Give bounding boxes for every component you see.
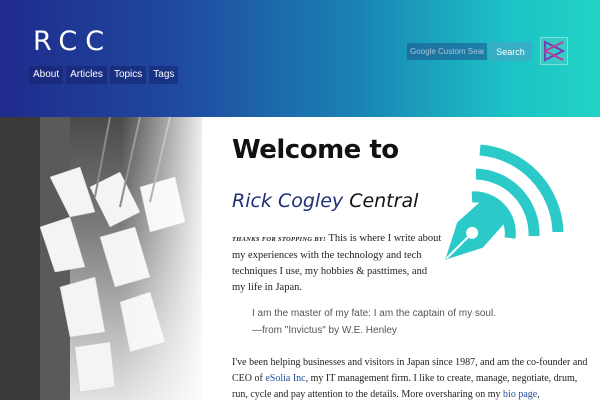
site-logo[interactable]: RCC [33,26,112,57]
main-nav: About Articles Topics Tags [29,66,179,84]
esolia-link[interactable]: eSolia Inc [265,373,305,384]
subtitle-name: Rick Cogley [232,190,344,212]
bio-page-link[interactable]: bio page [503,389,537,400]
omikuji-photo [0,117,202,400]
search-input[interactable] [407,43,487,60]
nav-articles[interactable]: Articles [66,66,107,84]
photo-fade-overlay [0,117,202,400]
intro-paragraph: Thanks for stopping by! This is where I … [232,231,442,296]
bio-paragraph: I've been helping businesses and visitor… [232,355,588,403]
nav-about[interactable]: About [29,66,64,84]
invictus-quote: I am the master of my fate: I am the cap… [252,305,552,339]
subtitle-rest: Central [349,190,419,212]
quote-attribution: —from "Invictus" by W.E. Henley [252,325,397,336]
intro-lead: Thanks for stopping by! [232,236,327,243]
nav-tags[interactable]: Tags [149,66,179,84]
brand-icon[interactable] [540,37,568,65]
search-button[interactable]: Search [489,42,532,61]
page-subtitle: Rick Cogley Central [232,190,418,212]
page-title: Welcome to [232,135,399,165]
bio-text-3: , [537,389,540,400]
site-header: RCC About Articles Topics Tags Search [0,0,600,117]
fountain-pen-icon [445,144,564,260]
quote-line-1: I am the master of my fate: I am the cap… [252,308,496,319]
nav-topics[interactable]: Topics [109,66,147,84]
